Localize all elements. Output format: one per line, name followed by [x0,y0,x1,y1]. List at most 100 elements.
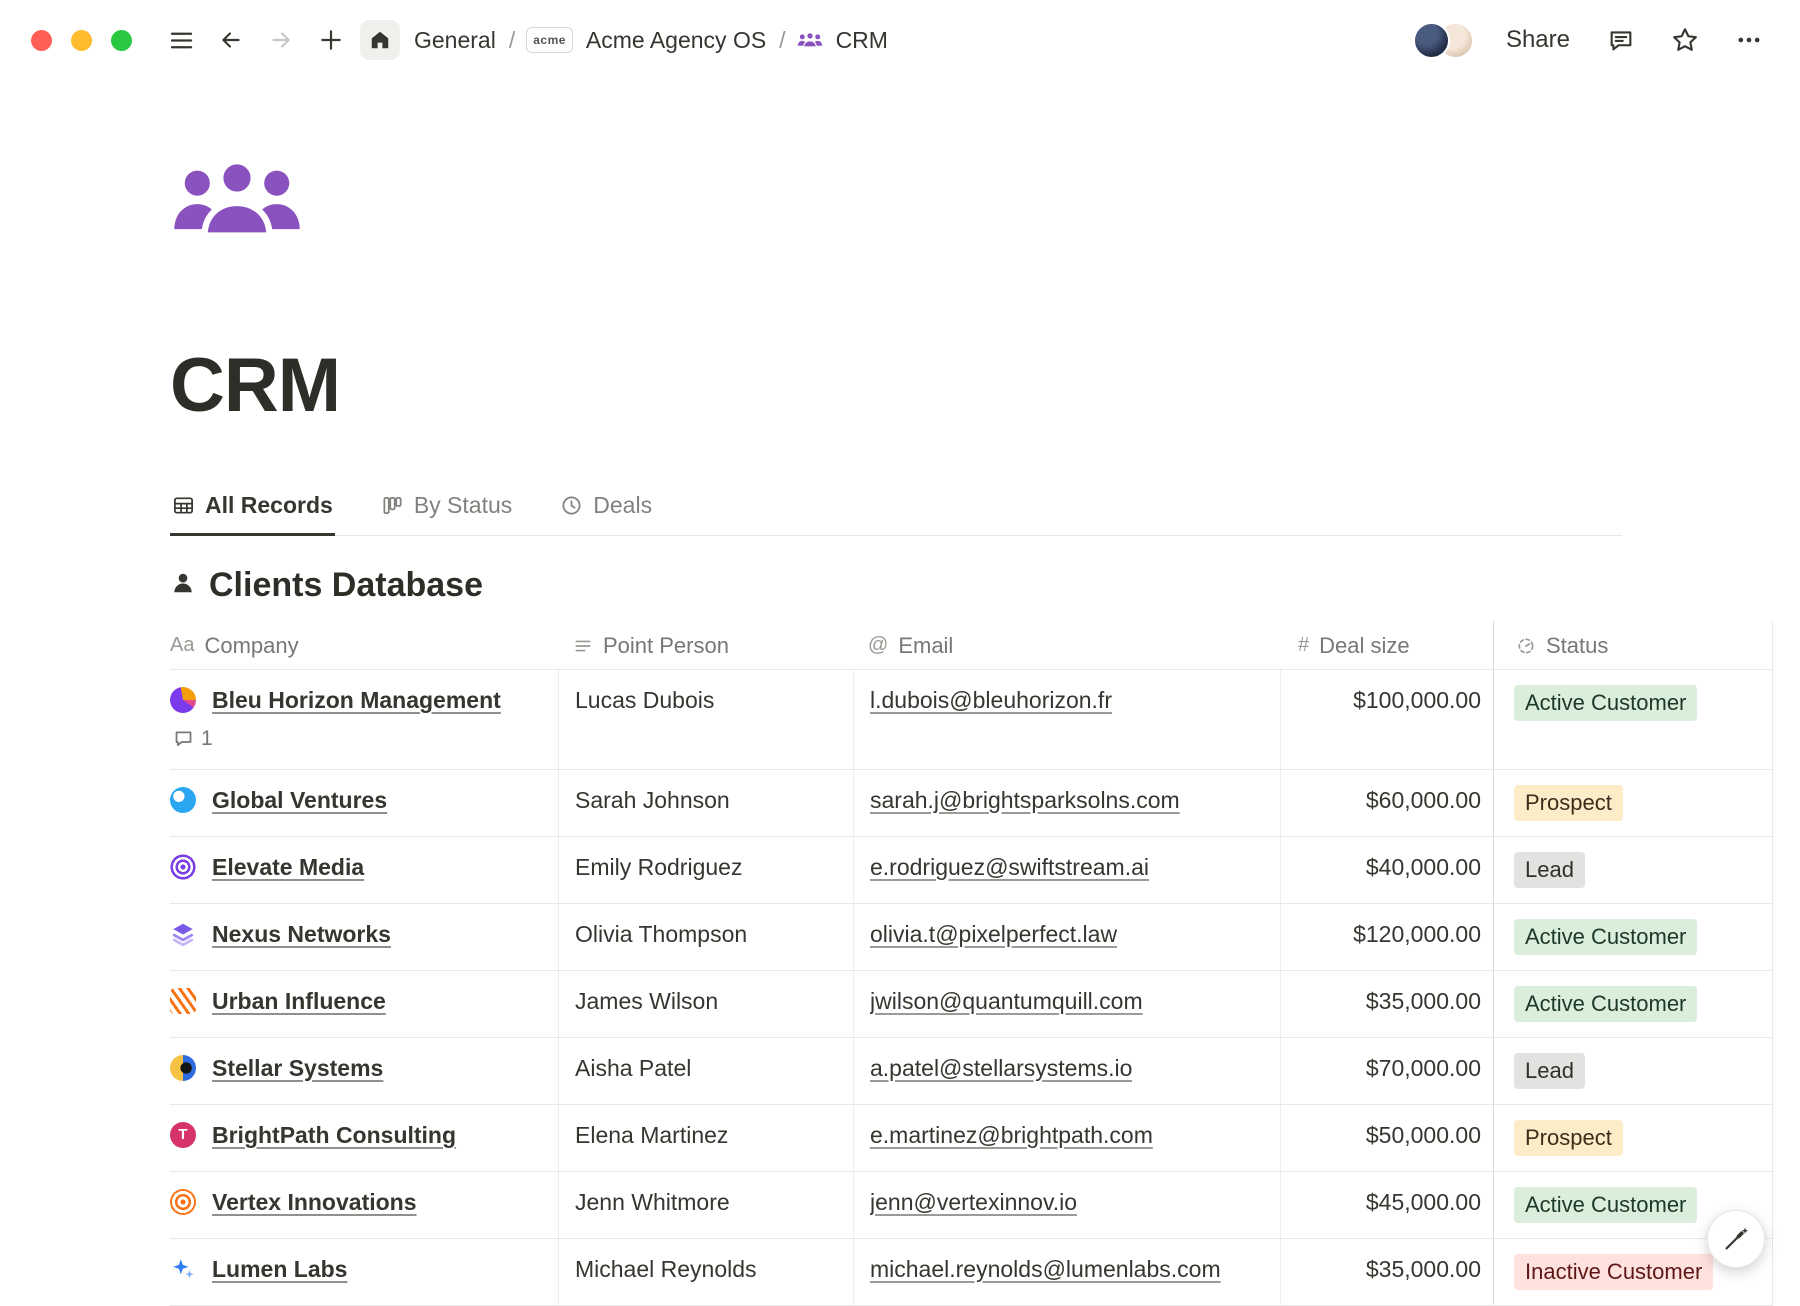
comments-button[interactable] [1602,21,1640,59]
company-link[interactable]: Vertex Innovations [212,1187,417,1217]
comment-count-badge[interactable]: 1 [173,724,213,754]
email-cell[interactable]: olivia.t@pixelperfect.law [853,904,1280,970]
email-link[interactable]: a.patel@stellarsystems.io [870,1053,1132,1083]
close-window-button[interactable] [31,30,52,51]
status-badge[interactable]: Inactive Customer [1514,1254,1713,1290]
point-person-cell[interactable]: Elena Martinez [558,1105,853,1171]
breadcrumb-page[interactable]: CRM [834,24,890,57]
company-link[interactable]: Bleu Horizon Management [212,685,501,715]
point-person-cell[interactable]: Olivia Thompson [558,904,853,970]
share-button[interactable]: Share [1500,22,1576,58]
breadcrumb-workspace[interactable]: Acme Agency OS [584,24,768,57]
email-cell[interactable]: jwilson@quantumquill.com [853,971,1280,1037]
column-header-company[interactable]: Aa Company [170,621,558,669]
table-row[interactable]: BrightPath Consulting Elena Martinez e.m… [170,1104,1773,1171]
email-cell[interactable]: e.rodriguez@swiftstream.ai [853,837,1280,903]
status-cell[interactable]: Active Customer [1493,971,1773,1037]
email-link[interactable]: l.dubois@bleuhorizon.fr [870,685,1112,715]
person-name: Aisha Patel [575,1053,691,1083]
status-cell[interactable]: Active Customer [1493,670,1773,769]
status-badge[interactable]: Lead [1514,852,1585,888]
status-cell[interactable]: Prospect [1493,770,1773,836]
company-link[interactable]: BrightPath Consulting [212,1120,456,1150]
back-button[interactable] [212,21,250,59]
email-link[interactable]: e.rodriguez@swiftstream.ai [870,852,1149,882]
table-row[interactable]: Urban Influence James Wilson jwilson@qua… [170,970,1773,1037]
point-person-cell[interactable]: Emily Rodriguez [558,837,853,903]
column-header-email[interactable]: @ Email [853,621,1280,669]
status-badge[interactable]: Prospect [1514,785,1623,821]
status-cell[interactable]: Lead [1493,1038,1773,1104]
email-cell[interactable]: a.patel@stellarsystems.io [853,1038,1280,1104]
company-link[interactable]: Global Ventures [212,785,387,815]
table-row[interactable]: Nexus Networks Olivia Thompson olivia.t@… [170,903,1773,970]
table-row[interactable]: Vertex Innovations Jenn Whitmore jenn@ve… [170,1171,1773,1238]
status-badge[interactable]: Active Customer [1514,685,1697,721]
deal-size-cell[interactable]: $40,000.00 [1280,837,1493,903]
point-person-cell[interactable]: Sarah Johnson [558,770,853,836]
new-tab-button[interactable] [312,21,350,59]
status-cell[interactable]: Lead [1493,837,1773,903]
minimize-window-button[interactable] [71,30,92,51]
breadcrumb-root[interactable]: General [412,24,498,57]
status-cell[interactable]: Prospect [1493,1105,1773,1171]
deal-size-cell[interactable]: $35,000.00 [1280,1239,1493,1305]
email-cell[interactable]: sarah.j@brightsparksolns.com [853,770,1280,836]
email-link[interactable]: sarah.j@brightsparksolns.com [870,785,1180,815]
more-options-button[interactable] [1730,21,1768,59]
email-cell[interactable]: jenn@vertexinnov.io [853,1172,1280,1238]
deal-size-cell[interactable]: $120,000.00 [1280,904,1493,970]
status-badge[interactable]: Lead [1514,1053,1585,1089]
company-link[interactable]: Elevate Media [212,852,364,882]
email-link[interactable]: e.martinez@brightpath.com [870,1120,1153,1150]
email-link[interactable]: olivia.t@pixelperfect.law [870,919,1117,949]
email-cell[interactable]: michael.reynolds@lumenlabs.com [853,1239,1280,1305]
point-person-cell[interactable]: James Wilson [558,971,853,1037]
deal-size-cell[interactable]: $70,000.00 [1280,1038,1493,1104]
point-person-cell[interactable]: Aisha Patel [558,1038,853,1104]
clients-table: Aa Company Point Person @ Email # Deal s… [170,621,1773,1306]
point-person-cell[interactable]: Lucas Dubois [558,670,853,769]
deal-size-cell[interactable]: $100,000.00 [1280,670,1493,769]
email-link[interactable]: jwilson@quantumquill.com [870,986,1143,1016]
email-link[interactable]: jenn@vertexinnov.io [870,1187,1077,1217]
point-person-cell[interactable]: Michael Reynolds [558,1239,853,1305]
table-row[interactable]: Stellar Systems Aisha Patel a.patel@stel… [170,1037,1773,1104]
table-row[interactable]: Elevate Media Emily Rodriguez e.rodrigue… [170,836,1773,903]
deal-size-cell[interactable]: $45,000.00 [1280,1172,1493,1238]
company-link[interactable]: Stellar Systems [212,1053,383,1083]
page-icon-people[interactable] [170,156,304,248]
email-cell[interactable]: e.martinez@brightpath.com [853,1105,1280,1171]
column-label: Company [204,633,298,659]
email-link[interactable]: michael.reynolds@lumenlabs.com [870,1254,1221,1284]
company-link[interactable]: Nexus Networks [212,919,391,949]
deal-size-cell[interactable]: $60,000.00 [1280,770,1493,836]
sidebar-toggle-button[interactable] [162,21,200,59]
company-link[interactable]: Lumen Labs [212,1254,347,1284]
forward-button[interactable] [262,21,300,59]
point-person-cell[interactable]: Jenn Whitmore [558,1172,853,1238]
status-badge[interactable]: Prospect [1514,1120,1623,1156]
email-cell[interactable]: l.dubois@bleuhorizon.fr [853,670,1280,769]
ai-assist-button[interactable] [1707,1210,1765,1268]
avatar[interactable] [1413,22,1450,59]
status-badge[interactable]: Active Customer [1514,1187,1697,1223]
status-badge[interactable]: Active Customer [1514,919,1697,955]
table-row[interactable]: Lumen Labs Michael Reynolds michael.reyn… [170,1238,1773,1305]
deal-size-cell[interactable]: $35,000.00 [1280,971,1493,1037]
tab-by-status[interactable]: By Status [379,482,514,536]
tab-all-records[interactable]: All Records [170,482,335,536]
tab-deals[interactable]: Deals [558,482,654,536]
deal-size-cell[interactable]: $50,000.00 [1280,1105,1493,1171]
company-link[interactable]: Urban Influence [212,986,386,1016]
status-cell[interactable]: Active Customer [1493,904,1773,970]
table-row[interactable]: Global Ventures Sarah Johnson sarah.j@br… [170,769,1773,836]
column-header-status[interactable]: Status [1493,621,1773,669]
zoom-window-button[interactable] [111,30,132,51]
column-header-point-person[interactable]: Point Person [558,621,853,669]
home-button[interactable] [360,20,400,60]
status-badge[interactable]: Active Customer [1514,986,1697,1022]
favorite-star-button[interactable] [1666,21,1704,59]
table-row[interactable]: Bleu Horizon Management 1 Lucas Dubois l… [170,669,1773,769]
column-header-deal-size[interactable]: # Deal size [1280,621,1493,669]
